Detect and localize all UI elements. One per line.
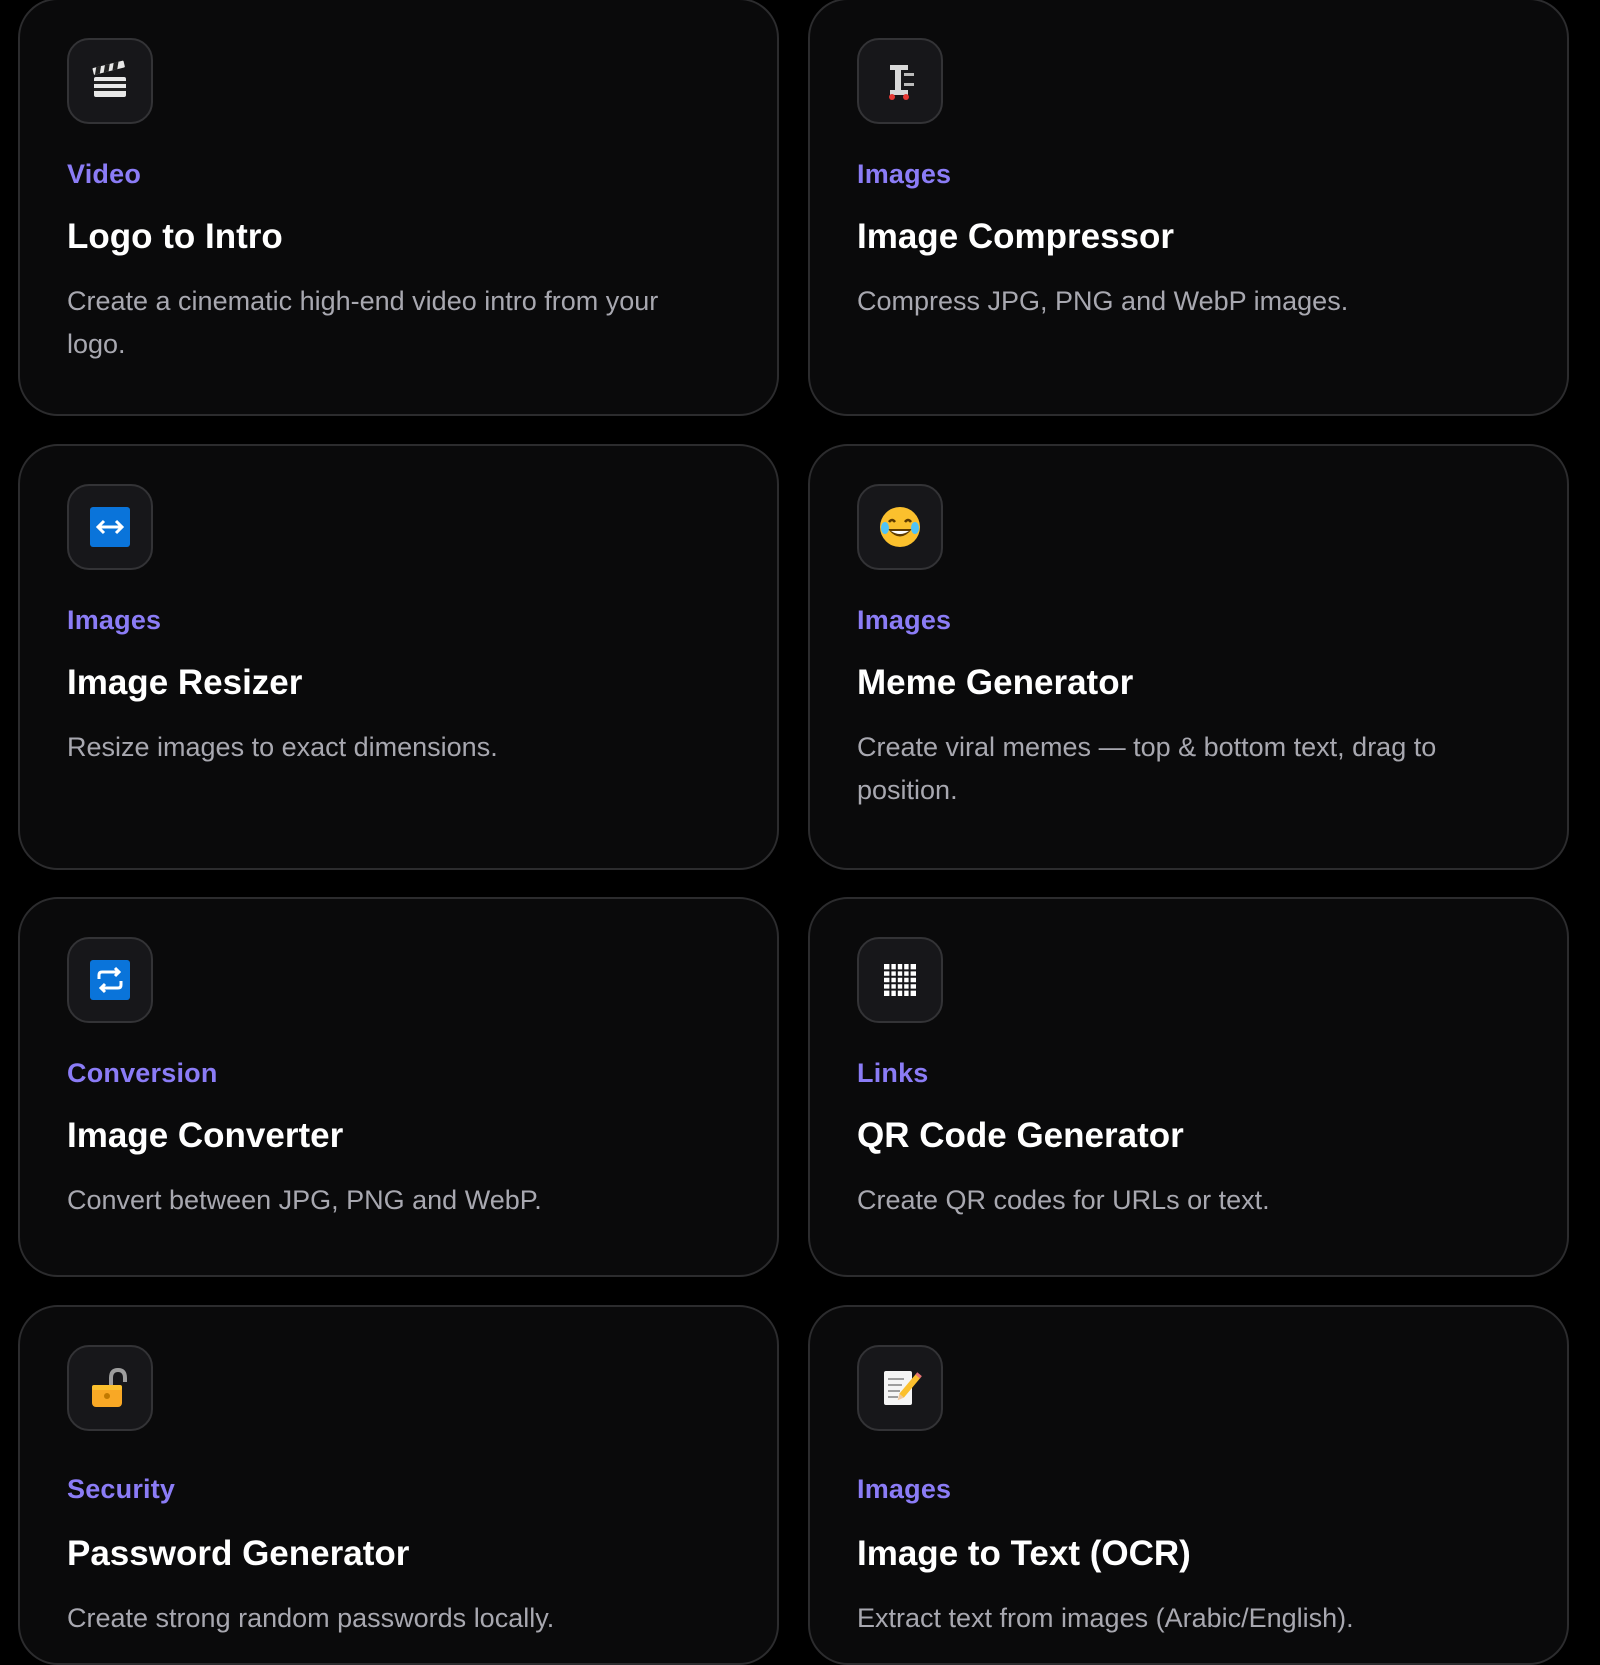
tool-card-image-converter[interactable]: Conversion Image Converter Convert betwe…: [18, 897, 779, 1277]
tool-card-meme-generator[interactable]: Images Meme Generator Create viral memes…: [808, 444, 1569, 870]
tool-card-password-generator[interactable]: Security Password Generator Create stron…: [18, 1305, 779, 1665]
tool-category: Security: [67, 1474, 176, 1504]
tool-title: Password Generator: [67, 1534, 410, 1573]
tool-title: Image to Text (OCR): [857, 1534, 1191, 1573]
tool-description: Compress JPG, PNG and WebP images.: [857, 286, 1349, 316]
tool-category: Images: [67, 605, 162, 635]
tool-description: Convert between JPG, PNG and WebP.: [67, 1185, 542, 1215]
grid-icon: [857, 937, 943, 1023]
tool-category: Images: [857, 605, 952, 635]
tool-description: Create QR codes for URLs or text.: [857, 1185, 1270, 1215]
tool-category: Conversion: [67, 1058, 218, 1088]
tool-title: Image Converter: [67, 1116, 344, 1155]
memo-icon: [857, 1345, 943, 1431]
tool-description: Extract text from images (Arabic/English…: [857, 1603, 1354, 1633]
tool-category: Images: [857, 159, 952, 189]
tool-category: Video: [67, 159, 142, 189]
tool-description: Create a cinematic high-end video intro …: [67, 286, 659, 359]
tool-category: Images: [857, 1474, 952, 1504]
tool-card-image-compressor[interactable]: Images Image Compressor Compress JPG, PN…: [808, 0, 1569, 416]
tool-title: Image Resizer: [67, 663, 303, 702]
tool-title: Meme Generator: [857, 663, 1134, 702]
tool-description: Create strong random passwords locally.: [67, 1603, 555, 1633]
tool-title: Image Compressor: [857, 217, 1175, 256]
clamp-icon: [857, 38, 943, 124]
tool-title: QR Code Generator: [857, 1116, 1184, 1155]
clapperboard-icon: [67, 38, 153, 124]
tools-grid: Video Logo to Intro Create a cinematic h…: [0, 0, 1600, 1665]
unlocked-padlock-icon: [67, 1345, 153, 1431]
tool-description: Create viral memes — top & bottom text, …: [857, 732, 1437, 805]
tool-card-image-resizer[interactable]: Images Image Resizer Resize images to ex…: [18, 444, 779, 870]
repeat-arrows-icon: [67, 937, 153, 1023]
tool-description: Resize images to exact dimensions.: [67, 732, 498, 762]
tool-title: Logo to Intro: [67, 217, 283, 256]
tool-card-image-to-text[interactable]: Images Image to Text (OCR) Extract text …: [808, 1305, 1569, 1665]
tool-card-qr-code-generator[interactable]: Links QR Code Generator Create QR codes …: [808, 897, 1569, 1277]
tears-of-joy-icon: [857, 484, 943, 570]
left-right-arrow-icon: [67, 484, 153, 570]
tool-card-logo-to-intro[interactable]: Video Logo to Intro Create a cinematic h…: [18, 0, 779, 416]
tool-category: Links: [857, 1058, 929, 1088]
